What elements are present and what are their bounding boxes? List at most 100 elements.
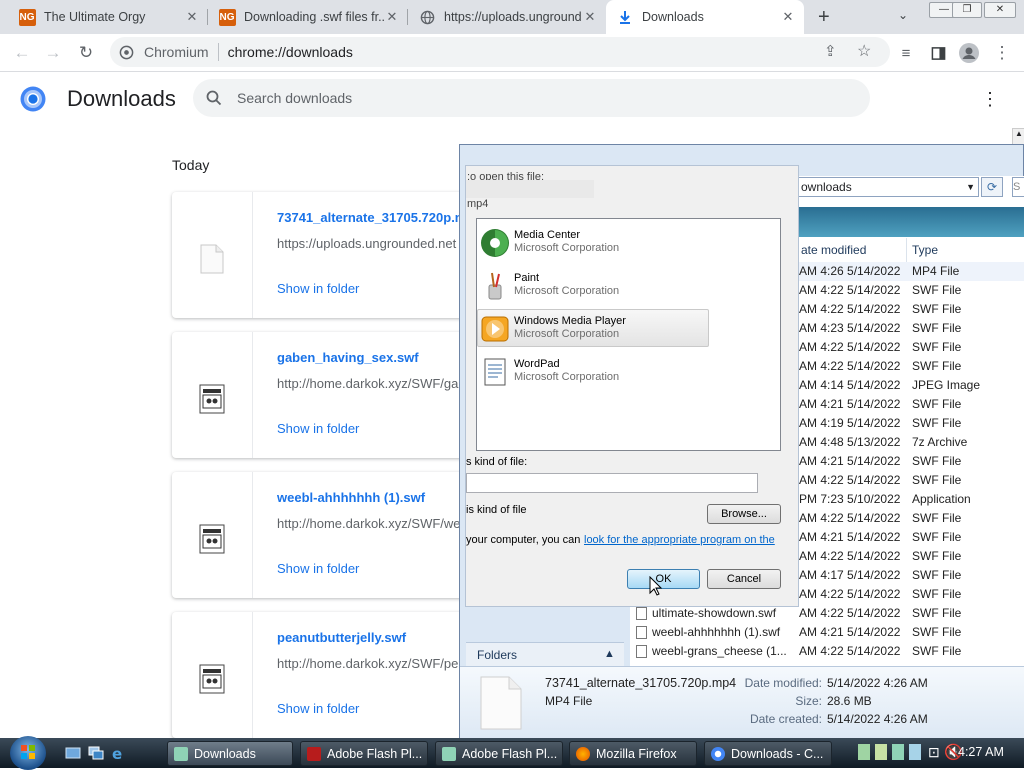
swf-file-icon <box>636 626 647 639</box>
tab-search-chevron-icon[interactable]: ⌄ <box>898 8 908 22</box>
file-type: SWF File <box>912 625 962 639</box>
firefox-icon <box>576 746 590 761</box>
taskbar-item-downloads[interactable]: Downloads <box>167 741 293 766</box>
switch-windows-icon[interactable] <box>88 745 104 761</box>
close-window-button[interactable]: ✕ <box>984 2 1016 18</box>
file-type: SWF File <box>912 511 962 525</box>
forward-arrow-icon[interactable]: → <box>41 41 65 65</box>
tab-strip: NG The Ultimate Orgy ✕ NG Downloading .s… <box>0 0 1024 34</box>
file-name: weebl-grans_cheese (1... <box>652 644 787 658</box>
file-type: MP4 File <box>912 264 960 278</box>
profile-avatar-icon[interactable] <box>957 41 981 65</box>
address-bar[interactable]: Chromium chrome://downloads ⇪ ☆ <box>110 37 890 67</box>
download-card: 73741_alternate_31705.720p.mp4 https://u… <box>172 192 482 318</box>
show-in-folder-link[interactable]: Show in folder <box>277 421 359 436</box>
file-row[interactable]: ultimate-showdown.swf 5/14/2022 4:22 AM SW… <box>630 604 1024 623</box>
address-path-field[interactable]: ownloads ▼ <box>797 177 979 197</box>
ng-icon: NG <box>18 8 36 26</box>
start-orb-button[interactable] <box>10 736 46 770</box>
file-date-modified: 5/14/2022 4:21 AM <box>799 530 901 544</box>
program-item-windows-media-player[interactable]: Windows Media Player Microsoft Corporati… <box>477 309 709 347</box>
media-player-icon <box>481 316 509 342</box>
svg-text:e: e <box>112 745 122 761</box>
internet-explorer-icon[interactable]: e <box>111 745 127 761</box>
download-file-link[interactable]: weebl-ahhhhhhh (1).swf <box>277 490 425 505</box>
close-icon[interactable]: ✕ <box>184 9 200 25</box>
side-panel-icon[interactable] <box>926 41 950 65</box>
tray-app-icon[interactable] <box>858 744 870 760</box>
window-icon <box>442 746 456 761</box>
program-item-paint[interactable]: Paint Microsoft Corporation <box>478 267 708 305</box>
network-icon[interactable]: ⊡ <box>928 744 940 761</box>
file-type: SWF File <box>912 568 962 582</box>
reload-icon[interactable]: ↻ <box>74 41 98 65</box>
file-date-modified: 5/14/2022 4:23 AM <box>799 321 901 335</box>
taskbar-item-adobe-flash-2[interactable]: Adobe Flash Pl... <box>435 741 563 766</box>
downloads-menu-icon[interactable]: ⋮ <box>980 88 1000 112</box>
taskbar-item-downloads-chromium[interactable]: Downloads - C... <box>704 741 832 766</box>
tray-app-icon[interactable] <box>892 744 904 760</box>
file-type-description-field[interactable] <box>466 473 758 493</box>
lookup-text: your computer, you can <box>466 534 581 546</box>
column-type[interactable]: Type <box>912 243 938 257</box>
file-icon-column <box>172 472 253 598</box>
search-downloads-input[interactable]: Search downloads <box>193 79 870 117</box>
show-in-folder-link[interactable]: Show in folder <box>277 701 359 716</box>
date-created-label: Date created: <box>749 712 822 726</box>
close-icon[interactable]: ✕ <box>384 9 400 25</box>
show-desktop-icon[interactable] <box>65 745 81 761</box>
site-name: Chromium <box>144 44 209 60</box>
taskbar-item-mozilla-firefox[interactable]: Mozilla Firefox <box>569 741 697 766</box>
tray-app-icon[interactable] <box>875 744 887 760</box>
file-type: SWF File <box>912 321 962 335</box>
dropdown-arrow-icon[interactable]: ▼ <box>966 178 975 196</box>
taskbar-item-adobe-flash-1[interactable]: Adobe Flash Pl... <box>300 741 428 766</box>
download-card: peanutbutterjelly.swf http://home.darkok… <box>172 612 482 738</box>
program-item-wordpad[interactable]: WordPad Microsoft Corporation <box>478 353 708 391</box>
download-file-link[interactable]: gaben_having_sex.swf <box>277 350 419 365</box>
taskbar-clock[interactable]: 4:27 AM <box>958 745 1004 759</box>
program-item-media-center[interactable]: Media Center Microsoft Corporation <box>478 224 708 262</box>
file-row[interactable]: weebl-ahhhhhhh (1).swf 5/14/2022 4:21 AM S… <box>630 623 1024 642</box>
back-arrow-icon[interactable]: ← <box>10 41 34 65</box>
ok-button[interactable]: OK <box>627 569 700 589</box>
explorer-search-input[interactable]: S <box>1012 177 1024 197</box>
download-file-link[interactable]: 73741_alternate_31705.720p.mp4 <box>277 210 482 225</box>
tab-the-ultimate-orgy[interactable]: NG The Ultimate Orgy ✕ <box>8 0 208 34</box>
bookmark-star-icon[interactable]: ☆ <box>857 41 871 61</box>
tab-downloading-swf[interactable]: NG Downloading .swf files fr... ✕ <box>208 0 408 34</box>
kebab-menu-icon[interactable]: ⋮ <box>990 41 1014 65</box>
taskbar-item-label: Downloads <box>194 746 256 761</box>
download-file-link[interactable]: peanutbutterjelly.swf <box>277 630 406 645</box>
maximize-button[interactable]: ❐ <box>952 2 982 18</box>
taskbar-item-label: Mozilla Firefox <box>596 746 677 761</box>
browse-button[interactable]: Browse... <box>707 504 781 524</box>
close-icon[interactable]: ✕ <box>582 9 598 25</box>
path-text: ownloads <box>801 180 852 194</box>
media-controls-icon[interactable]: ≡ <box>894 41 918 65</box>
folders-pane-toggle[interactable]: Folders ▲ <box>466 642 624 667</box>
share-icon[interactable]: ⇪ <box>824 42 837 60</box>
chromium-logo-icon <box>20 86 46 112</box>
cancel-button[interactable]: Cancel <box>707 569 781 589</box>
globe-icon <box>418 8 436 26</box>
file-row[interactable]: weebl-grans_cheese (1... 5/14/2022 4:22 A… <box>630 642 1024 661</box>
new-tab-button[interactable]: + <box>818 6 830 29</box>
file-type: SWF File <box>912 473 962 487</box>
show-in-folder-link[interactable]: Show in folder <box>277 561 359 576</box>
tray-app-icon[interactable] <box>909 744 921 760</box>
search-placeholder: Search downloads <box>237 90 353 106</box>
lookup-web-link[interactable]: look for the appropriate program on the <box>584 534 775 546</box>
tab-downloads[interactable]: Downloads ✕ <box>606 0 804 34</box>
column-date-modified[interactable]: ate modified <box>801 243 866 257</box>
swf-file-icon <box>636 607 647 620</box>
close-icon[interactable]: ✕ <box>780 9 796 25</box>
file-icon-column <box>172 192 253 318</box>
refresh-icon[interactable]: ⟳ <box>981 177 1003 197</box>
file-type: SWF File <box>912 587 962 601</box>
file-date-modified: 5/13/2022 4:48 AM <box>799 435 901 449</box>
tab-uploads-ungrounded[interactable]: https://uploads.ungrounde... ✕ <box>408 0 606 34</box>
show-in-folder-link[interactable]: Show in folder <box>277 281 359 296</box>
details-pane: 73741_alternate_31705.720p.mp4 MP4 File … <box>460 666 1024 739</box>
download-source-url: https://uploads.ungrounded.net <box>277 236 457 251</box>
